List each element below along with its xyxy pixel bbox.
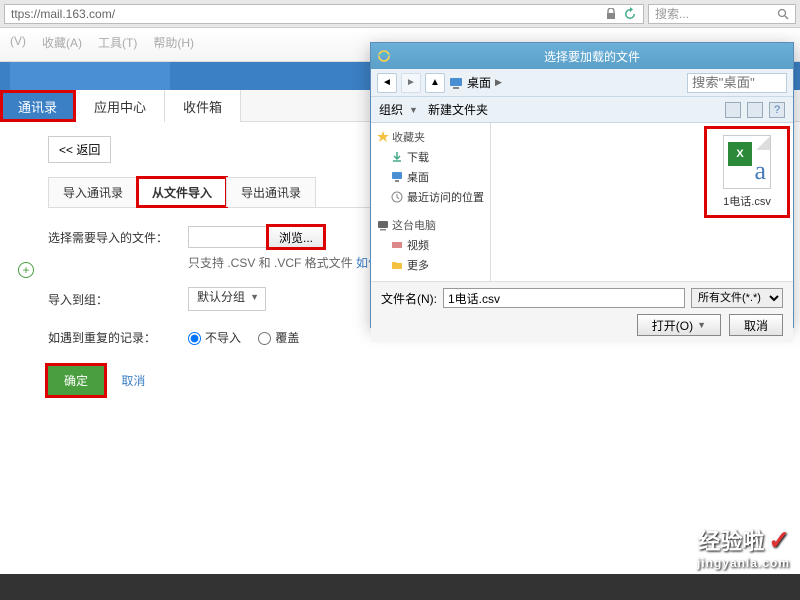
url-text: ttps://mail.163.com/	[11, 7, 115, 21]
help-icon[interactable]: ?	[769, 102, 785, 118]
bottom-bar	[0, 574, 800, 600]
menu-view[interactable]: (V)	[10, 34, 26, 55]
group-select[interactable]: 默认分组	[188, 287, 266, 311]
browser-address-bar: ttps://mail.163.com/ 搜索...	[0, 0, 800, 28]
desktop-small-icon	[391, 171, 403, 183]
dialog-nav: ◄ ► ▲ 桌面 ▶	[371, 69, 793, 97]
ie-icon	[377, 49, 391, 63]
video-icon	[391, 239, 403, 251]
add-contact-button[interactable]: +	[18, 262, 34, 278]
desktop-icon	[449, 76, 463, 90]
browse-button[interactable]: 浏览...	[268, 226, 324, 248]
cancel-link[interactable]: 取消	[121, 374, 145, 388]
lock-icon	[605, 8, 617, 20]
nav-up-button[interactable]: ▲	[425, 73, 445, 93]
file-item-csv[interactable]: X a 1电话.csv	[709, 131, 785, 213]
watermark: 经验啦✓ jingyanla.com	[697, 524, 790, 570]
group-label: 导入到组：	[48, 291, 188, 308]
file-open-dialog: 选择要加载的文件 ◄ ► ▲ 桌面 ▶ 组织▼ 新建文件夹 ? 收藏夹 下载	[370, 42, 794, 328]
subtab-from-file[interactable]: 从文件导入	[137, 177, 227, 207]
confirm-button[interactable]: 确定	[48, 366, 104, 395]
file-list: X a 1电话.csv	[491, 123, 793, 281]
file-path-input[interactable]	[188, 226, 268, 248]
action-row: 确定 取消	[48, 366, 780, 395]
subtab-export[interactable]: 导出通讯录	[226, 177, 316, 207]
radio-cover[interactable]: 覆盖	[258, 331, 299, 345]
breadcrumb[interactable]: 桌面 ▶	[449, 74, 683, 91]
back-button[interactable]: << 返回	[48, 136, 111, 163]
url-input[interactable]: ttps://mail.163.com/	[4, 4, 644, 24]
filename-input[interactable]	[443, 288, 685, 308]
view-mode-icon[interactable]	[725, 102, 741, 118]
file-label: 选择需要导入的文件：	[48, 229, 188, 246]
menu-tools[interactable]: 工具(T)	[98, 34, 137, 55]
pc-icon	[377, 219, 389, 231]
search-icon[interactable]	[777, 8, 789, 20]
tree-videos[interactable]: 视频	[377, 235, 484, 255]
open-button[interactable]: 打开(O)▼	[637, 314, 721, 336]
nav-back-button[interactable]: ◄	[377, 73, 397, 93]
dup-label: 如遇到重复的记录：	[48, 329, 188, 346]
dialog-title: 选择要加载的文件	[397, 48, 787, 65]
filetype-select[interactable]: 所有文件(*.*)	[691, 288, 783, 308]
recent-icon	[391, 191, 403, 203]
menu-help[interactable]: 帮助(H)	[153, 34, 194, 55]
file-name-label: 1电话.csv	[713, 193, 781, 209]
tree-favorites[interactable]: 收藏夹	[377, 129, 484, 145]
tree-more[interactable]: 更多	[377, 255, 484, 275]
search-placeholder: 搜索...	[655, 5, 689, 22]
tab-contacts[interactable]: 通讯录	[0, 90, 76, 122]
dialog-body: 收藏夹 下载 桌面 最近访问的位置 这台电脑 视频	[371, 123, 793, 281]
radio-skip[interactable]: 不导入	[188, 331, 241, 345]
dialog-toolbar: 组织▼ 新建文件夹 ?	[371, 97, 793, 123]
folder-tree: 收藏夹 下载 桌面 最近访问的位置 这台电脑 视频	[371, 123, 491, 281]
star-icon	[377, 131, 389, 143]
tab-inbox[interactable]: 收件箱	[165, 90, 241, 122]
subtab-import[interactable]: 导入通讯录	[48, 177, 138, 207]
new-folder-button[interactable]: 新建文件夹	[428, 101, 488, 118]
refresh-icon[interactable]	[623, 7, 637, 21]
menu-favorites[interactable]: 收藏(A)	[42, 34, 82, 55]
filename-label: 文件名(N):	[381, 290, 437, 307]
preview-pane-icon[interactable]	[747, 102, 763, 118]
nav-forward-button[interactable]: ►	[401, 73, 421, 93]
tree-this-pc[interactable]: 这台电脑	[377, 217, 484, 233]
tree-recent[interactable]: 最近访问的位置	[377, 187, 484, 207]
dialog-bottom: 文件名(N): 所有文件(*.*) 打开(O)▼ 取消	[371, 281, 793, 342]
download-icon	[391, 151, 403, 163]
tree-downloads[interactable]: 下载	[377, 147, 484, 167]
mail-logo	[10, 62, 170, 90]
csv-file-icon: X a	[723, 135, 771, 189]
tab-app-center[interactable]: 应用中心	[76, 90, 165, 122]
dialog-cancel-button[interactable]: 取消	[729, 314, 783, 336]
crumb-desktop: 桌面	[467, 74, 491, 91]
dialog-titlebar: 选择要加载的文件	[371, 43, 793, 69]
radio-skip-input[interactable]	[188, 332, 201, 345]
tree-desktop[interactable]: 桌面	[377, 167, 484, 187]
organize-menu[interactable]: 组织▼	[379, 101, 418, 118]
check-icon: ✓	[768, 525, 790, 555]
browser-search-input[interactable]: 搜索...	[648, 4, 796, 24]
radio-cover-input[interactable]	[258, 332, 271, 345]
chevron-right-icon: ▶	[495, 77, 502, 88]
dialog-search-input[interactable]	[687, 73, 787, 93]
folder-icon	[391, 259, 403, 271]
